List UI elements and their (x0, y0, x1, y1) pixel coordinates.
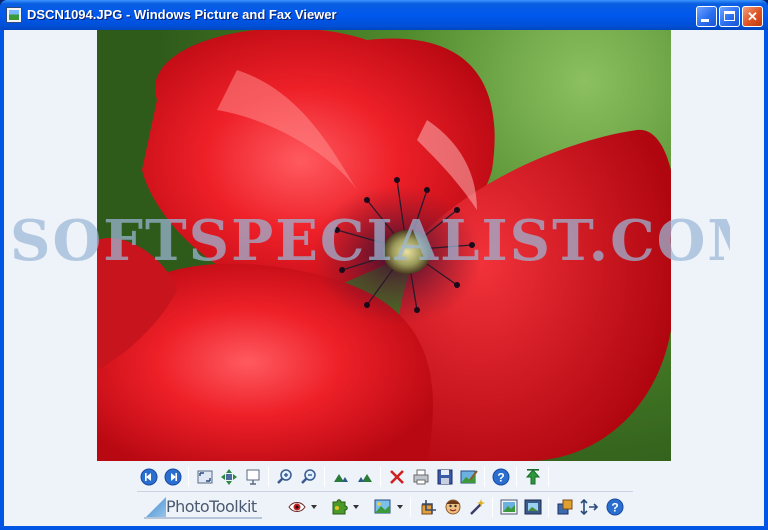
exit-viewer-button[interactable] (522, 466, 544, 488)
help-icon: ? (606, 498, 624, 516)
viewer-area: SOFTSPECIALIST.COM ? PhotoToolkit ? (4, 30, 764, 526)
best-fit-button[interactable] (194, 466, 216, 488)
help-button[interactable]: ? (490, 466, 512, 488)
next-image-button[interactable] (162, 466, 184, 488)
rotate-counterclockwise-icon (358, 474, 372, 482)
window-title: DSCN1094.JPG - Windows Picture and Fax V… (27, 7, 337, 22)
share-button[interactable] (554, 496, 576, 518)
picture-viewer-window: DSCN1094.JPG - Windows Picture and Fax V… (0, 0, 768, 530)
frame-button[interactable] (522, 496, 544, 518)
minimize-icon (701, 19, 709, 22)
maximize-icon (724, 11, 735, 21)
previous-image-button[interactable] (138, 466, 160, 488)
photo-toolkit-toolbar: PhotoToolkit ? (134, 494, 634, 520)
slideshow-button[interactable] (242, 466, 264, 488)
photo-icon (500, 499, 518, 515)
magic-wand-icon (470, 499, 485, 515)
maximize-button[interactable] (719, 6, 740, 27)
photo-toolkit-label: PhotoToolkit (166, 497, 257, 516)
zoom-out-button[interactable] (298, 466, 320, 488)
zoom-in-icon (277, 469, 292, 484)
toolbar-separator (492, 497, 493, 517)
picture-viewer-app-icon[interactable] (6, 7, 22, 23)
photo-toolkit-icon (146, 497, 166, 517)
title-bar[interactable]: DSCN1094.JPG - Windows Picture and Fax V… (0, 0, 768, 30)
close-icon: ✕ (747, 9, 758, 24)
toolbar-separator (268, 467, 269, 487)
picture-adjust-icon (374, 499, 391, 514)
svg-text:?: ? (497, 471, 504, 485)
toolkit-help-button[interactable]: ? (604, 496, 626, 518)
svg-text:?: ? (611, 501, 618, 515)
toolbar-separator (410, 497, 411, 517)
slideshow-icon (246, 469, 260, 485)
toolbar-separator (380, 467, 381, 487)
face-button[interactable] (442, 496, 464, 518)
adjust-button[interactable] (372, 496, 394, 518)
toolbar-separator (548, 497, 549, 517)
toolbar-separator (548, 467, 549, 487)
crop-button[interactable] (418, 496, 440, 518)
red-eye-dropdown-icon[interactable] (311, 504, 317, 510)
photo-toolkit-logo[interactable]: PhotoToolkit (144, 495, 262, 519)
adjust-dropdown-icon[interactable] (397, 504, 403, 510)
actual-size-icon (221, 469, 237, 485)
print-button[interactable] (410, 466, 432, 488)
next-image-icon (164, 468, 182, 486)
eye-icon (288, 502, 306, 512)
effects-dropdown-icon[interactable] (353, 504, 359, 510)
watermark-text: SOFTSPECIALIST.COM (10, 208, 730, 274)
rotate-clockwise-button[interactable] (330, 466, 352, 488)
puzzle-icon (332, 499, 348, 515)
toolbar-separator (324, 467, 325, 487)
resize-icon (580, 498, 599, 516)
rotate-clockwise-icon (334, 474, 348, 482)
effects-button[interactable] (328, 496, 350, 518)
help-icon: ? (492, 468, 510, 486)
resize-button[interactable] (578, 496, 600, 518)
toolbar-separator (484, 467, 485, 487)
print-icon (413, 469, 429, 485)
best-fit-icon (197, 470, 213, 484)
edit-image-icon (460, 470, 478, 484)
zoom-in-button[interactable] (274, 466, 296, 488)
save-icon (437, 469, 453, 485)
viewer-toolbar: ? (134, 464, 634, 490)
crop-icon (421, 500, 436, 515)
minimize-button[interactable] (696, 6, 717, 27)
wand-button[interactable] (466, 496, 488, 518)
open-for-editing-button[interactable] (458, 466, 480, 488)
frame-icon (524, 499, 542, 515)
toolbar-separator (516, 467, 517, 487)
actual-size-button[interactable] (218, 466, 240, 488)
delete-button[interactable] (386, 466, 408, 488)
share-icon (557, 499, 573, 515)
red-eye-button[interactable] (286, 496, 308, 518)
up-arrow-icon (525, 469, 541, 485)
copy-to-button[interactable] (434, 466, 456, 488)
rotate-counterclockwise-button[interactable] (354, 466, 376, 488)
toolbar-separator (188, 467, 189, 487)
delete-icon (390, 470, 404, 484)
close-button[interactable]: ✕ (742, 6, 763, 27)
photo-button[interactable] (498, 496, 520, 518)
face-icon (445, 499, 461, 515)
previous-image-icon (140, 468, 158, 486)
toolbar-divider (137, 491, 633, 492)
zoom-out-icon (301, 469, 316, 484)
